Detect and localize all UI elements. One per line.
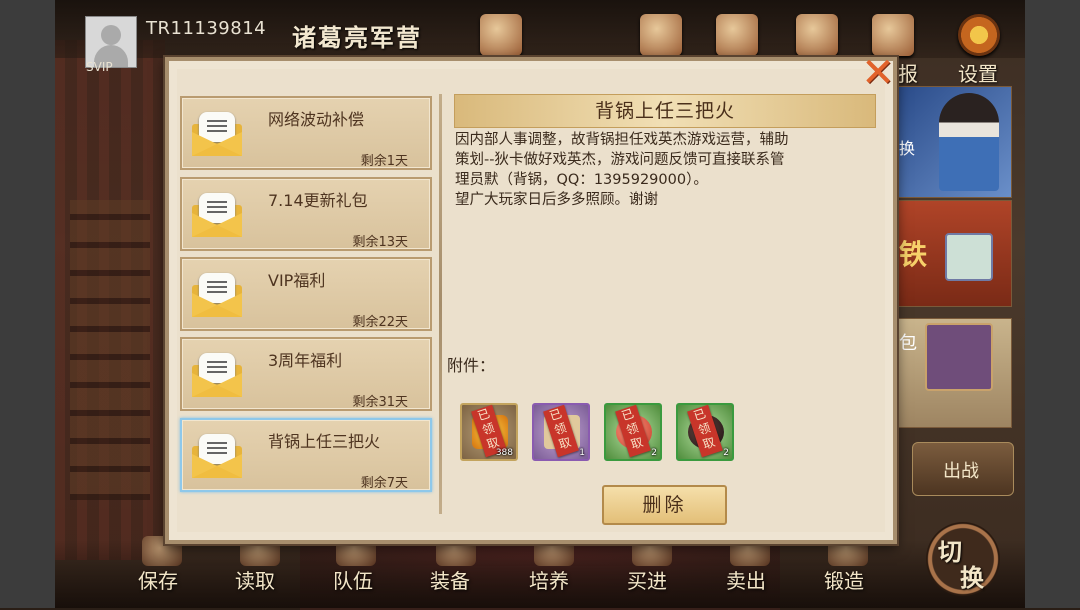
mail-body-line: 策划--狄卡做好戏英杰，游戏问题反馈可直接联系管	[455, 152, 785, 168]
attachment-item[interactable]: 已领取 2	[604, 403, 662, 461]
nav-equipment[interactable]: 装备	[430, 565, 470, 594]
mail-item-selected[interactable]: 背锅上任三把火 剩余7天	[180, 418, 432, 492]
mail-item[interactable]: 网络波动补偿 剩余1天	[180, 96, 432, 170]
envelope-icon	[192, 271, 242, 317]
close-icon[interactable]: ✕	[858, 53, 898, 93]
scroll-banner[interactable]: 包	[898, 318, 1012, 428]
mail-body-line: 望广大玩家日后多多照顾。谢谢	[455, 192, 658, 208]
scroll-icon[interactable]	[796, 14, 838, 56]
nav-forge[interactable]: 锻造	[824, 565, 864, 594]
nav-train[interactable]: 培养	[529, 565, 569, 594]
mail-body-line: 因内部人事调整，故背锅担任戏英杰游戏运营，辅助	[455, 132, 789, 148]
forge-banner-text: 铁	[899, 238, 928, 271]
mail-item[interactable]: 3周年福利 剩余31天	[180, 337, 432, 411]
switch-label-2: 换	[960, 564, 984, 592]
report-label: 报	[898, 62, 918, 86]
mail-item-remaining: 剩余31天	[352, 395, 408, 410]
envelope-icon	[192, 351, 242, 397]
mail-item-remaining: 剩余13天	[352, 235, 408, 250]
weapon-rack-decor	[70, 200, 150, 500]
nav-team[interactable]: 队伍	[333, 565, 373, 594]
attachment-qty: 2	[651, 448, 657, 458]
hero-banner-text: 换	[899, 139, 916, 158]
switch-button[interactable]: 切 换	[926, 522, 1000, 596]
vip-badge: SVIP	[86, 60, 113, 74]
left-letterbox	[0, 0, 55, 608]
nav-buy[interactable]: 买进	[627, 565, 667, 594]
mail-body-line: 理员默（背锅，QQ：1395929000）。	[455, 172, 708, 188]
envelope-icon	[192, 110, 242, 156]
mail-detail-body: 因内部人事调整，故背锅担任戏英杰游戏运营，辅助 策划--狄卡做好戏英杰，游戏问题…	[455, 130, 875, 210]
mail-detail-title: 背锅上任三把火	[454, 94, 876, 128]
attachment-qty: 1	[579, 448, 585, 458]
avatar-head-shape	[101, 25, 121, 45]
panel-divider	[439, 94, 442, 514]
envelope-icon	[192, 432, 242, 478]
mail-item-title: 网络波动补偿	[268, 110, 365, 129]
nav-sell[interactable]: 卖出	[726, 565, 766, 594]
envelope-icon	[192, 191, 242, 237]
mail-item[interactable]: 7.14更新礼包 剩余13天	[180, 177, 432, 251]
attachment-item[interactable]: 已领取 2	[676, 403, 734, 461]
scroll-item-icon	[925, 323, 993, 391]
mail-item-title: 7.14更新礼包	[268, 191, 368, 210]
mail-item[interactable]: VIP福利 剩余22天	[180, 257, 432, 331]
bag-icon[interactable]	[480, 14, 522, 56]
attachment-qty: 2	[723, 448, 729, 458]
camp-title: 诸葛亮军营	[292, 24, 422, 52]
settings-gear-icon[interactable]	[958, 14, 1000, 56]
attachment-qty: 388	[495, 448, 513, 458]
nav-save[interactable]: 保存	[138, 565, 178, 594]
forge-banner[interactable]: 铁	[898, 200, 1012, 307]
battle-button[interactable]: 出战	[912, 442, 1014, 496]
attachments-label: 附件：	[447, 356, 496, 375]
document-icon[interactable]	[716, 14, 758, 56]
ore-item-icon	[945, 233, 993, 281]
mail-item-remaining: 剩余7天	[360, 476, 408, 491]
attachment-item[interactable]: 已领取 388	[460, 403, 518, 461]
player-id: TR11139814	[146, 18, 267, 39]
scroll-banner-text: 包	[899, 333, 917, 354]
mail-item-remaining: 剩余1天	[360, 154, 408, 169]
right-letterbox	[1025, 0, 1080, 608]
hero-portrait	[939, 93, 999, 191]
battle-label: 出战	[943, 461, 979, 482]
attachment-item[interactable]: 已领取 1	[532, 403, 590, 461]
delete-button[interactable]: 删除	[602, 485, 727, 525]
mail-item-remaining: 剩余22天	[352, 315, 408, 330]
mail-item-title: 3周年福利	[268, 351, 343, 370]
mail-item-title: VIP福利	[268, 271, 326, 290]
mail-item-title: 背锅上任三把火	[268, 432, 381, 451]
nav-load[interactable]: 读取	[235, 565, 275, 594]
pouch-icon[interactable]	[640, 14, 682, 56]
hero-switch-banner[interactable]: 换	[898, 86, 1012, 198]
switch-label-1: 切	[938, 538, 962, 566]
settings-label: 设置	[958, 62, 998, 86]
